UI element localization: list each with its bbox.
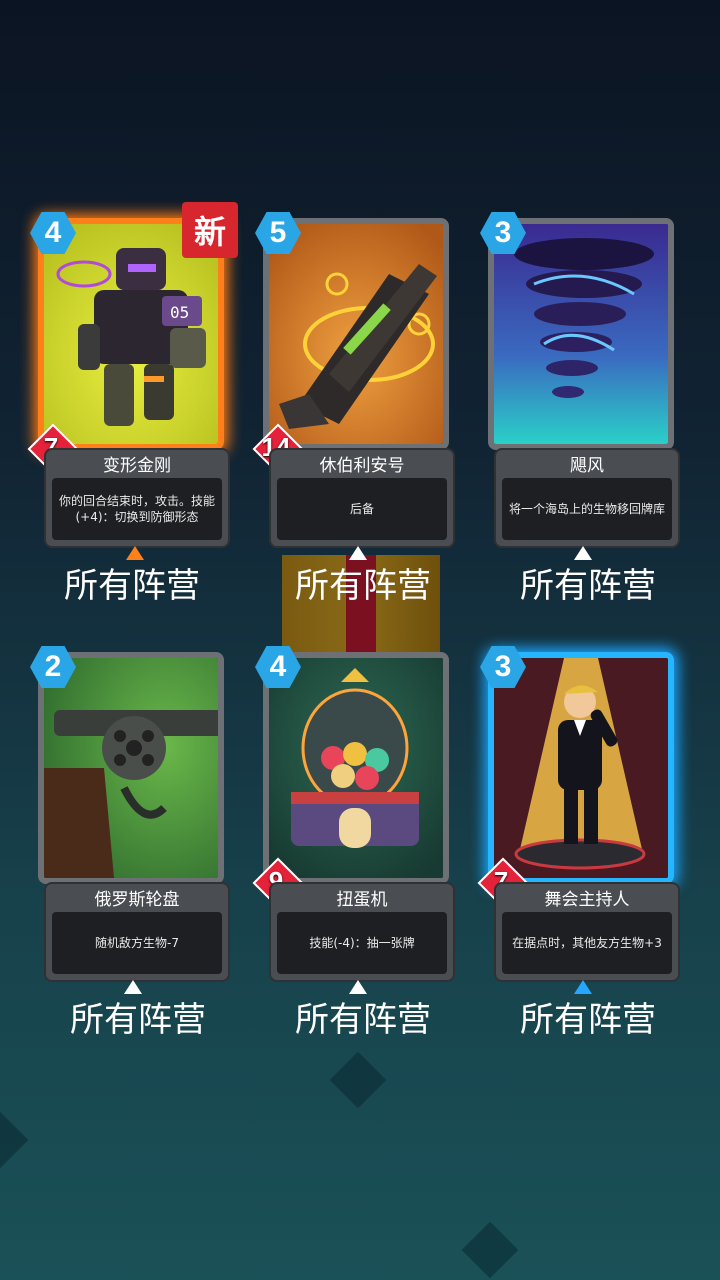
card-info-panel: 舞会主持人 在据点时，其他友方生物+3 (494, 882, 680, 982)
card-info-panel: 扭蛋机 技能(-4)：抽一张牌 (269, 882, 455, 982)
card-description: 后备 (277, 478, 447, 540)
mana-cost-value: 3 (494, 216, 512, 249)
gacha-machine-art (263, 652, 449, 884)
card-info-panel: 飓风 将一个海岛上的生物移回牌库 (494, 448, 680, 548)
card-name: 休伯利安号 (319, 455, 405, 476)
card-info-panel: 俄罗斯轮盘 随机敌方生物-7 (44, 882, 230, 982)
faction-label: 所有阵营 (70, 1000, 206, 1040)
mana-cost-value: 5 (269, 216, 287, 249)
faction-label: 所有阵营 (295, 566, 431, 606)
new-badge: 新 (182, 202, 238, 258)
card-description: 在据点时，其他友方生物+3 (502, 912, 672, 974)
card-description: 技能(-4)：抽一张牌 (277, 912, 447, 974)
card-name: 俄罗斯轮盘 (94, 889, 180, 910)
faction-label: 所有阵营 (64, 566, 200, 606)
card-name: 舞会主持人 (544, 889, 630, 910)
tornado-art (488, 218, 674, 450)
card-description: 你的回合结束时，攻击。技能(+4)：切换到防御形态 (52, 478, 222, 540)
mana-cost-value: 3 (494, 650, 512, 683)
card-gacha-machine[interactable]: 4 9 扭蛋机 技能(-4)：抽一张牌 所有阵营 (255, 646, 455, 1040)
mana-cost-value: 4 (44, 216, 62, 249)
card-name: 变形金刚 (103, 455, 171, 476)
mana-cost-value: 4 (269, 650, 287, 683)
faction-label: 所有阵营 (520, 1000, 656, 1040)
faction-label: 所有阵营 (295, 1000, 431, 1040)
card-description: 随机敌方生物-7 (52, 912, 222, 974)
svg-text:05: 05 (170, 303, 189, 322)
background-diamond (329, 1051, 387, 1109)
faction-label: 所有阵营 (520, 566, 656, 606)
mana-cost-value: 2 (44, 650, 62, 683)
card-info-panel: 变形金刚 你的回合结束时，攻击。技能(+4)：切换到防御形态 (44, 448, 230, 548)
card-transformer[interactable]: 05 4 新 7 变形金刚 你的回合结束时，攻击。技能(+4)：切换到防御形态 … (30, 202, 238, 606)
card-russian-roulette[interactable]: 2 俄罗斯轮盘 随机敌方生物-7 所有阵营 (30, 646, 230, 1040)
card-info-panel: 休伯利安号 后备 (269, 448, 455, 548)
card-hurricane[interactable]: 3 飓风 将一个海岛上的生物移回牌库 所有阵营 (480, 212, 680, 606)
revolver-art (38, 652, 224, 884)
spaceship-art (263, 218, 449, 450)
card-name: 飓风 (570, 455, 604, 476)
card-ball-host[interactable]: 3 7 舞会主持人 在据点时，其他友方生物+3 所有阵营 (480, 646, 680, 1040)
host-art (488, 652, 674, 884)
card-description: 将一个海岛上的生物移回牌库 (502, 478, 672, 540)
background-diamond (461, 1221, 519, 1279)
background-diamond (0, 1111, 29, 1169)
card-name: 扭蛋机 (336, 889, 388, 910)
card-hyperion[interactable]: 5 14 休伯利安号 后备 所有阵营 (255, 212, 455, 606)
